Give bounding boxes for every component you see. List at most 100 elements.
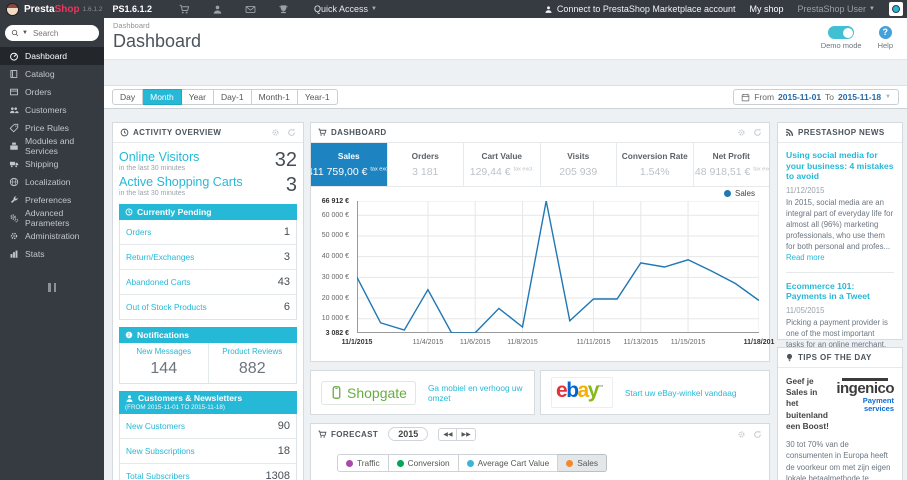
top-bar: PrestaShop 1.6.1.2 PS1.6.1.2 Quick Acces… bbox=[0, 0, 907, 18]
range-month-button[interactable]: Month bbox=[143, 89, 182, 105]
forecast-year[interactable]: 2015 bbox=[388, 427, 429, 441]
sidebar-item-orders[interactable]: Orders bbox=[0, 83, 104, 101]
sidebar-item-customers[interactable]: Customers bbox=[0, 101, 104, 119]
list-item[interactable]: Total Subscribers 1308 bbox=[120, 463, 296, 480]
active-carts-label[interactable]: Active Shopping Carts bbox=[119, 175, 243, 189]
sidebar-item-modules[interactable]: Modules and Services bbox=[0, 136, 104, 156]
messages-icon[interactable] bbox=[245, 4, 256, 15]
list-item[interactable]: Abandoned Carts 43 bbox=[120, 269, 296, 294]
kpi-orders[interactable]: Orders 3 181 bbox=[388, 143, 464, 186]
rss-icon bbox=[786, 128, 794, 136]
help-control: ? Help bbox=[877, 26, 893, 50]
shopgate-logo: Shopgate bbox=[321, 380, 416, 405]
series-dot-icon bbox=[346, 459, 353, 467]
gear-icon[interactable] bbox=[271, 128, 280, 137]
list-item[interactable]: New Customers 90 bbox=[120, 414, 296, 438]
series-dot-icon bbox=[466, 459, 474, 467]
notifications-grid: New Messages 144 Product Reviews 882 bbox=[119, 343, 297, 384]
sidebar-search[interactable]: ▼ bbox=[5, 25, 99, 41]
sidebar-collapse-button[interactable] bbox=[0, 283, 104, 295]
brand-version: 1.6.1.2 bbox=[82, 5, 103, 13]
chevron-down-icon: ▼ bbox=[885, 94, 891, 100]
kpi-conversion-rate[interactable]: Conversion Rate 1.54% bbox=[617, 143, 694, 186]
ebay-link[interactable]: Start uw eBay-winkel vandaag bbox=[625, 388, 737, 398]
marketplace-link[interactable]: Connect to PrestaShop Marketplace accoun… bbox=[544, 4, 735, 14]
chart-y-axis: 3 082 €10 000 €20 000 €30 000 €40 000 €5… bbox=[321, 197, 349, 337]
sidebar-item-advanced-parameters[interactable]: Advanced Parameters bbox=[0, 208, 104, 228]
panel-title: TIPS OF THE DAY bbox=[798, 353, 872, 362]
product-reviews-cell[interactable]: Product Reviews 882 bbox=[207, 343, 297, 383]
sidebar-item-shipping[interactable]: Shipping bbox=[0, 155, 104, 173]
user-avatar[interactable] bbox=[889, 2, 903, 16]
kpi-row: Sales411 759,00 € tax excl. Orders3 181 … bbox=[311, 143, 769, 187]
gear-icon bbox=[10, 232, 18, 240]
forecast-sales-toggle[interactable]: Sales bbox=[558, 454, 607, 472]
sidebar-item-price-rules[interactable]: Price Rules bbox=[0, 119, 104, 137]
list-item[interactable]: Orders 1 bbox=[120, 220, 296, 244]
refresh-icon[interactable] bbox=[753, 128, 762, 137]
prestashop-logo-icon bbox=[6, 2, 19, 16]
page-title: Dashboard bbox=[113, 31, 202, 51]
cart-icon bbox=[318, 430, 327, 438]
demo-mode-control: Demo mode bbox=[821, 26, 862, 50]
forecast-conversion-toggle[interactable]: Conversion bbox=[388, 454, 459, 472]
range-month-1-button[interactable]: Month-1 bbox=[251, 89, 298, 105]
range-year-button[interactable]: Year bbox=[181, 89, 214, 105]
news-title-link[interactable]: Using social media for your business: 4 … bbox=[786, 150, 894, 182]
help-icon[interactable]: ? bbox=[878, 26, 892, 39]
marketplace-icon bbox=[545, 5, 552, 13]
truck-icon bbox=[9, 161, 19, 168]
customers-quick-icon[interactable] bbox=[212, 4, 223, 15]
news-title-link[interactable]: Ecommerce 101: Payments in a Tweet bbox=[786, 281, 894, 302]
shopgate-banner[interactable]: Shopgate Ga mobiel en verhoog uw omzet bbox=[310, 370, 535, 415]
ingenico-logo: ingenico Payment services bbox=[836, 378, 894, 413]
search-input[interactable] bbox=[30, 27, 89, 39]
prestashop-news-panel: PRESTASHOP NEWS Using social media for y… bbox=[777, 122, 903, 411]
my-shop-link[interactable]: My shop bbox=[749, 4, 783, 14]
gauge-icon bbox=[10, 52, 18, 61]
date-range-picker[interactable]: From 2015-11-01 To 2015-11-18 ▼ bbox=[733, 89, 899, 105]
ebay-logo: ebay™ bbox=[551, 377, 613, 408]
list-item[interactable]: New Subscriptions 18 bbox=[120, 438, 296, 463]
sidebar-item-preferences[interactable]: Preferences bbox=[0, 191, 104, 209]
ebay-banner[interactable]: ebay™ Start uw eBay-winkel vandaag bbox=[540, 370, 770, 415]
read-more-link[interactable]: Read more bbox=[786, 253, 825, 262]
cart-icon bbox=[318, 128, 327, 136]
refresh-icon[interactable] bbox=[287, 128, 296, 137]
kpi-cart-value[interactable]: Cart Value 129,44 € tax excl. bbox=[464, 143, 541, 186]
search-scope-caret-icon[interactable]: ▼ bbox=[22, 30, 28, 36]
next-year-button[interactable]: ▶▶ bbox=[456, 427, 476, 441]
sidebar-item-stats[interactable]: Stats bbox=[0, 245, 104, 263]
breadcrumb[interactable]: Dashboard bbox=[113, 21, 897, 30]
sidebar-item-catalog[interactable]: Catalog bbox=[0, 65, 104, 83]
list-item[interactable]: Return/Exchanges 3 bbox=[120, 244, 296, 269]
gear-icon[interactable] bbox=[737, 430, 746, 439]
gear-icon[interactable] bbox=[737, 128, 746, 137]
forecast-avg-cart-toggle[interactable]: Average Cart Value bbox=[458, 454, 559, 472]
new-messages-cell[interactable]: New Messages 144 bbox=[120, 343, 208, 383]
sidebar-item-administration[interactable]: Administration bbox=[0, 227, 104, 245]
kpi-net-profit[interactable]: Net Profit148 918,51 € tax excl. bbox=[694, 143, 770, 186]
range-day-1-button[interactable]: Day-1 bbox=[213, 89, 252, 105]
sidebar-item-localization[interactable]: Localization bbox=[0, 173, 104, 191]
order-card-icon bbox=[10, 88, 18, 96]
range-year-1-button[interactable]: Year-1 bbox=[297, 89, 338, 105]
online-visitors-label[interactable]: Online Visitors bbox=[119, 150, 199, 164]
kpi-visits[interactable]: Visits 205 939 bbox=[541, 143, 617, 186]
range-day-button[interactable]: Day bbox=[112, 89, 144, 105]
forecast-traffic-toggle[interactable]: Traffic bbox=[337, 454, 389, 472]
list-item[interactable]: Out of Stock Products 6 bbox=[120, 294, 296, 319]
demo-mode-toggle[interactable] bbox=[828, 26, 855, 39]
sidebar-item-dashboard[interactable]: Dashboard bbox=[0, 47, 104, 65]
chart-legend[interactable]: Sales bbox=[723, 189, 755, 198]
shopgate-link[interactable]: Ga mobiel en verhoog uw omzet bbox=[428, 383, 524, 403]
previous-year-button[interactable]: ◀◀ bbox=[438, 427, 457, 441]
trophy-icon[interactable] bbox=[278, 4, 289, 15]
refresh-icon[interactable] bbox=[753, 430, 762, 439]
kpi-sales[interactable]: Sales411 759,00 € tax excl. bbox=[311, 143, 388, 186]
sales-line-chart[interactable] bbox=[357, 201, 759, 333]
quick-access-menu[interactable]: Quick Access ▼ bbox=[314, 4, 377, 14]
tip-content[interactable]: Geef je Sales in het buitenland een Boos… bbox=[778, 368, 902, 480]
user-menu[interactable]: PrestaShop User ▼ bbox=[798, 4, 876, 14]
cart-icon[interactable] bbox=[179, 4, 190, 15]
